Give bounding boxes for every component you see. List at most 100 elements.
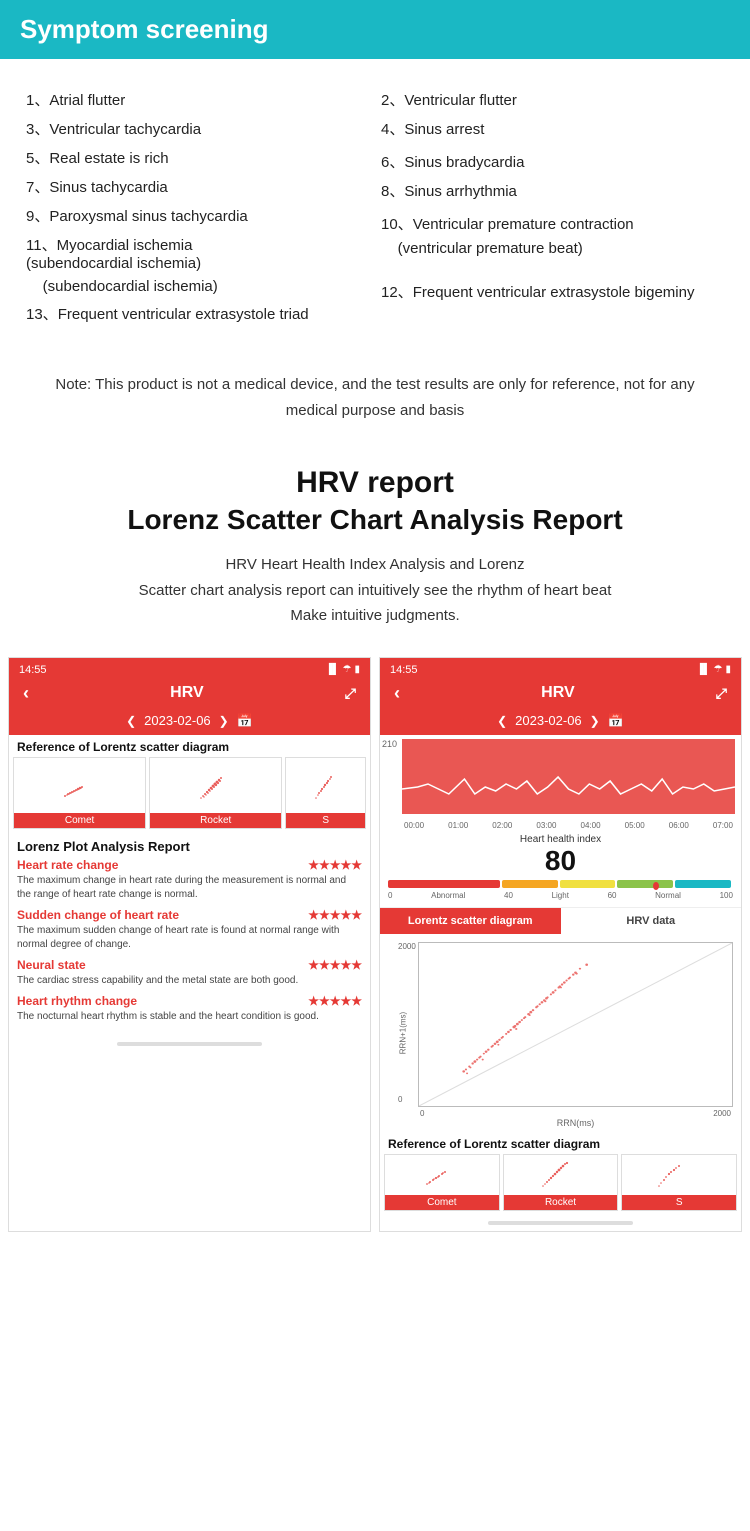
comet-label: Comet	[14, 813, 145, 828]
x-label-0: 0	[420, 1109, 424, 1118]
s-thumb-img	[286, 758, 365, 813]
comet-thumb[interactable]: Comet	[13, 757, 146, 829]
bar-abnormal	[388, 880, 500, 888]
right-rocket-label: Rocket	[504, 1195, 618, 1210]
stars-1: ★★★★★	[308, 858, 362, 872]
note-section: Note: This product is not a medical devi…	[20, 360, 730, 435]
metric-row-4: Heart rhythm change ★★★★★ The nocturnal …	[17, 994, 362, 1024]
share-icon[interactable]: ⤢	[345, 685, 356, 702]
x-label-2000: 2000	[713, 1109, 731, 1118]
time-label-0: 00:00	[404, 821, 424, 830]
right-phone-date: 2023-02-06	[515, 713, 582, 728]
left-phone-status: 14:55 ▐▌ ☂ ▮	[19, 662, 360, 678]
rocket-thumb[interactable]: Rocket	[149, 757, 282, 829]
bar-light	[502, 880, 558, 888]
rocket-thumb-img	[150, 758, 281, 813]
scatter-y-axis-label: RRN+1(ms)	[399, 1012, 408, 1054]
right-comet-thumb[interactable]: Comet	[384, 1154, 500, 1211]
ref-scatter-label-right: Reference of Lorentz scatter diagram	[380, 1132, 741, 1154]
symptom-item: (subendocardial ischemia)	[26, 276, 369, 299]
symptom-item: 3、Ventricular tachycardia	[26, 114, 369, 143]
right-back-icon[interactable]: ‹	[394, 683, 400, 704]
right-phone-time: 14:55	[390, 664, 418, 676]
right-phone-bottom-bar	[488, 1221, 632, 1225]
s-thumb[interactable]: S	[285, 757, 366, 829]
calendar-icon[interactable]: 📅	[237, 713, 253, 729]
time-label-4: 04:00	[581, 821, 601, 830]
hrv-report-title: HRV report	[20, 463, 730, 502]
symptom-item: 7、Sinus tachycardia	[26, 172, 369, 201]
right-phone-status: 14:55 ▐▌ ☂ ▮	[390, 662, 731, 678]
right-calendar-icon[interactable]: 📅	[608, 713, 624, 729]
lorenz-analysis: Lorenz Plot Analysis Report Heart rate c…	[9, 833, 370, 1036]
phones-row: 14:55 ▐▌ ☂ ▮ ‹ HRV ⤢ ❮ 2023-02-06 ❯ 📅 Re…	[0, 657, 750, 1232]
stars-3: ★★★★★	[308, 958, 362, 972]
symptom-item: 2、Ventricular flutter	[381, 85, 724, 114]
right-next-date-icon[interactable]: ❯	[590, 714, 600, 728]
symptom-item: (ventricular premature beat)	[381, 238, 724, 261]
signal-icons: ▐▌ ☂ ▮	[325, 664, 360, 676]
left-phone-time: 14:55	[19, 664, 47, 676]
bar-label-0: 0	[388, 891, 392, 900]
stars-4: ★★★★★	[308, 994, 362, 1008]
heart-index-value: 80	[388, 845, 733, 877]
metric-desc-4: The nocturnal heart rhythm is stable and…	[17, 1010, 362, 1024]
right-share-icon[interactable]: ⤢	[716, 685, 727, 702]
prev-date-icon[interactable]: ❮	[126, 714, 136, 728]
left-phone-date: 2023-02-06	[144, 713, 211, 728]
right-comet-img	[385, 1155, 499, 1195]
right-s-thumb[interactable]: S	[621, 1154, 737, 1211]
waveform-svg	[402, 739, 735, 814]
time-label-3: 03:00	[536, 821, 556, 830]
hrv-description: HRV Heart Health Index Analysis and Lore…	[20, 552, 730, 629]
right-scatter-thumbnails: Comet	[380, 1154, 741, 1215]
left-phone: 14:55 ▐▌ ☂ ▮ ‹ HRV ⤢ ❮ 2023-02-06 ❯ 📅 Re…	[8, 657, 371, 1232]
symptom-item-11: 11、Myocardial ischemia (subendocardial i…	[26, 230, 369, 276]
comet-thumb-img	[14, 758, 145, 813]
right-phone-title: HRV	[541, 684, 575, 702]
metric-row-3: Neural state ★★★★★ The cardiac stress ca…	[17, 958, 362, 988]
tab-lorentz[interactable]: Lorentz scatter diagram	[380, 908, 561, 934]
right-phone-nav: ‹ HRV ⤢	[390, 678, 731, 709]
index-bar-row	[388, 880, 733, 888]
right-rocket-thumb[interactable]: Rocket	[503, 1154, 619, 1211]
page-title: Symptom screening	[20, 14, 730, 45]
index-bar-labels: 0 Abnormal 40 Light 60 Normal 100	[388, 891, 733, 900]
symptom-item: 4、Sinus arrest	[381, 114, 724, 143]
s-label: S	[286, 813, 365, 828]
scatter-x-labels: 0 2000	[418, 1109, 733, 1118]
bar-label-light: Light	[552, 891, 569, 900]
bar-label-abnormal: Abnormal	[431, 891, 465, 900]
scatter-plot-box	[418, 942, 733, 1107]
metric-name-3: Neural state ★★★★★	[17, 958, 362, 972]
left-phone-date-row: ❮ 2023-02-06 ❯ 📅	[19, 709, 360, 735]
right-s-label: S	[622, 1195, 736, 1210]
tab-row: Lorentz scatter diagram HRV data	[380, 907, 741, 934]
bar-normal-yellow	[560, 880, 616, 888]
right-prev-date-icon[interactable]: ❮	[497, 714, 507, 728]
bar-label-normal: Normal	[655, 891, 681, 900]
symptom-item: 9、Paroxysmal sinus tachycardia	[26, 201, 369, 230]
bar-normal-teal	[675, 880, 731, 888]
symptom-item: 1、Atrial flutter	[26, 85, 369, 114]
index-marker	[653, 882, 659, 890]
heart-index-label: Heart health index	[388, 834, 733, 845]
metric-desc-1: The maximum change in heart rate during …	[17, 874, 362, 902]
left-phone-bottom-bar	[117, 1042, 261, 1046]
symptom-item: 12、Frequent ventricular extrasystole big…	[381, 261, 724, 306]
scatter-plot-area: RRN+1(ms) 2000 0	[380, 934, 741, 1132]
metric-name-2: Sudden change of heart rate ★★★★★	[17, 908, 362, 922]
back-icon[interactable]: ‹	[23, 683, 29, 704]
bar-label-100: 100	[720, 891, 733, 900]
signal-bar-icon: ▐▌	[325, 664, 339, 675]
metric-desc-2: The maximum sudden change of heart rate …	[17, 924, 362, 952]
bar-normal-green	[617, 880, 673, 888]
next-date-icon[interactable]: ❯	[219, 714, 229, 728]
right-rocket-img	[504, 1155, 618, 1195]
right-signal-icon: ▐▌	[696, 664, 710, 675]
tab-hrv-data[interactable]: HRV data	[561, 908, 742, 934]
metric-name-1: Heart rate change ★★★★★	[17, 858, 362, 872]
right-signal-icons: ▐▌ ☂ ▮	[696, 664, 731, 676]
header-section: Symptom screening	[0, 0, 750, 59]
stars-2: ★★★★★	[308, 908, 362, 922]
